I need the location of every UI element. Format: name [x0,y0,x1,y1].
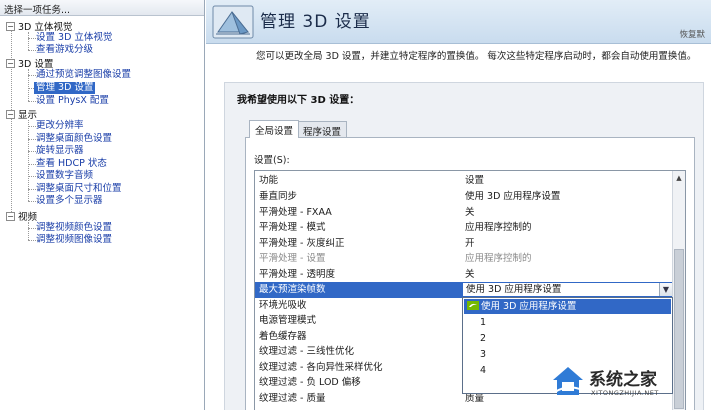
watermark-text: 系统之家 [589,370,657,390]
dropdown-option[interactable]: 1 [464,315,671,330]
row-value: 开 [465,237,475,249]
table-row[interactable]: 平滑处理 - 透明度 关 [255,267,673,283]
settings-section: 我希望使用以下 3D 设置： 全局设置 程序设置 设置(S): 功能 设置 垂直… [224,82,704,410]
row-value: 使用 3D 应用程序设置 [465,191,561,202]
dropdown-current-value: 使用 3D 应用程序设置 [466,284,562,295]
row-feature: 平滑处理 - 设置 [259,253,326,264]
tree-item-video-color[interactable]: 调整视频颜色设置 [36,222,112,234]
chevron-down-icon[interactable]: ▼ [659,283,672,296]
tree-item-game-ratings[interactable]: 查看游戏分级 [36,44,93,56]
row-feature: 平滑处理 - 透明度 [259,268,335,280]
section-heading: 我希望使用以下 3D 设置： [237,95,360,106]
tree-group-label: 3D 立体视觉 [18,22,73,33]
tree-item-desktop-color[interactable]: 调整桌面颜色设置 [36,133,112,145]
tree-item-physx-config[interactable]: 设置 PhysX 配置 [36,95,109,107]
dropdown-option[interactable]: 使用 3D 应用程序设置 [464,299,671,314]
collapse-icon[interactable]: − [6,58,15,68]
tree-item-rotate-display[interactable]: 旋转显示器 [36,145,84,157]
tree-group-video[interactable]: − 视频 [6,210,38,223]
tree-item-multiple-displays[interactable]: 设置多个显示器 [36,195,103,207]
tree-item-desktop-size-position[interactable]: 调整桌面尺寸和位置 [36,183,122,195]
tree-group-label: 3D 设置 [18,59,54,70]
dropdown-option-label: 使用 3D 应用程序设置 [481,301,577,312]
row-feature: 平滑处理 - 模式 [259,222,326,233]
tree-item-preview-image-settings[interactable]: 通过预览调整图像设置 [36,69,131,81]
table-row[interactable]: 垂直同步 使用 3D 应用程序设置 [255,189,673,205]
watermark-url: XITONGZHIJIA.NET [591,389,659,397]
column-header-setting[interactable]: 设置 [465,173,484,188]
task-tree-header: 选择一项任务... [0,0,204,16]
page-banner: 管理 3D 设置 恢复默 [206,0,711,44]
collapse-icon[interactable]: − [6,21,15,31]
row-value: 应用程序控制的 [465,222,532,233]
tree-connector [28,222,29,240]
row-feature: 最大预渲染帧数 [259,284,326,295]
main-content: 管理 3D 设置 恢复默 您可以更改全局 3D 设置，并建立特定程序的置换值。 … [206,0,711,410]
row-value: 关 [465,206,475,218]
dropdown-option[interactable]: 2 [464,331,671,346]
scroll-up-icon[interactable]: ▲ [673,171,685,184]
site-watermark: 系统之家 XITONGZHIJIA.NET [551,362,701,402]
row-feature: 纹理过滤 - 负 LOD 偏移 [259,377,361,388]
tree-item-manage-3d-settings[interactable]: 管理 3D 设置 [34,82,96,94]
table-row[interactable]: 平滑处理 - FXAA 关 [255,205,673,221]
tree-group-3d-stereo[interactable]: − 3D 立体视觉 [6,20,73,33]
settings-label: 设置(S): [254,155,290,166]
row-feature: 平滑处理 - 灰度纠正 [259,237,345,249]
table-row[interactable]: 平滑处理 - 灰度纠正 开 [255,236,673,252]
tree-connector [28,69,29,101]
restore-defaults-link[interactable]: 恢复默 [679,28,705,40]
3d-settings-icon [212,5,254,39]
row-feature: 环境光吸收 [259,299,307,311]
row-feature: 平滑处理 - FXAA [259,206,332,218]
value-dropdown[interactable]: 使用 3D 应用程序设置 ▼ [462,282,673,297]
tree-group-display[interactable]: − 显示 [6,108,38,121]
tree-item-set-3d-stereo[interactable]: 设置 3D 立体视觉 [36,32,112,44]
row-feature: 纹理过滤 - 三线性优化 [259,346,354,357]
tree-item-video-image[interactable]: 调整视频图像设置 [36,234,112,246]
grid-header-row: 功能 设置 [255,173,673,189]
row-value: 应用程序控制的 [465,253,532,264]
row-feature: 着色缓存器 [259,330,307,342]
tree-group-3d-settings[interactable]: − 3D 设置 [6,57,54,70]
tab-program-settings[interactable]: 程序设置 [297,121,348,138]
column-header-feature[interactable]: 功能 [259,173,278,188]
dropdown-option[interactable]: 3 [464,347,671,362]
page-title: 管理 3D 设置 [260,12,371,32]
tree-item-change-resolution[interactable]: 更改分辨率 [36,120,84,132]
tab-global-settings[interactable]: 全局设置 [249,120,300,138]
row-feature: 纹理过滤 - 质量 [259,392,326,404]
row-feature: 电源管理模式 [259,315,317,326]
tree-group-label: 视频 [18,212,38,223]
task-tree-panel: 选择一项任务... − 3D 立体视觉 设置 3D 立体视觉 查看游戏分级 − … [0,0,205,410]
house-logo-icon [553,367,583,395]
table-row-selected[interactable]: 最大预渲染帧数 使用 3D 应用程序设置 ▼ [255,282,673,298]
table-row[interactable]: 平滑处理 - 模式 应用程序控制的 [255,220,673,236]
tree-item-digital-audio[interactable]: 设置数字音频 [36,170,93,182]
page-description: 您可以更改全局 3D 设置，并建立特定程序的置换值。 每次这些特定程序启动时，都… [256,51,697,62]
row-feature: 垂直同步 [259,191,298,202]
table-row[interactable]: 平滑处理 - 设置 应用程序控制的 [255,251,673,267]
tree-connector [28,32,29,50]
collapse-icon[interactable]: − [6,109,15,119]
collapse-icon[interactable]: − [6,211,15,221]
tree-group-label: 显示 [18,110,38,121]
nvidia-logo-icon [467,301,479,310]
row-value: 关 [465,268,475,280]
row-feature: 纹理过滤 - 各向异性采样优化 [259,361,383,373]
tree-item-hdcp-status[interactable]: 查看 HDCP 状态 [36,158,107,170]
